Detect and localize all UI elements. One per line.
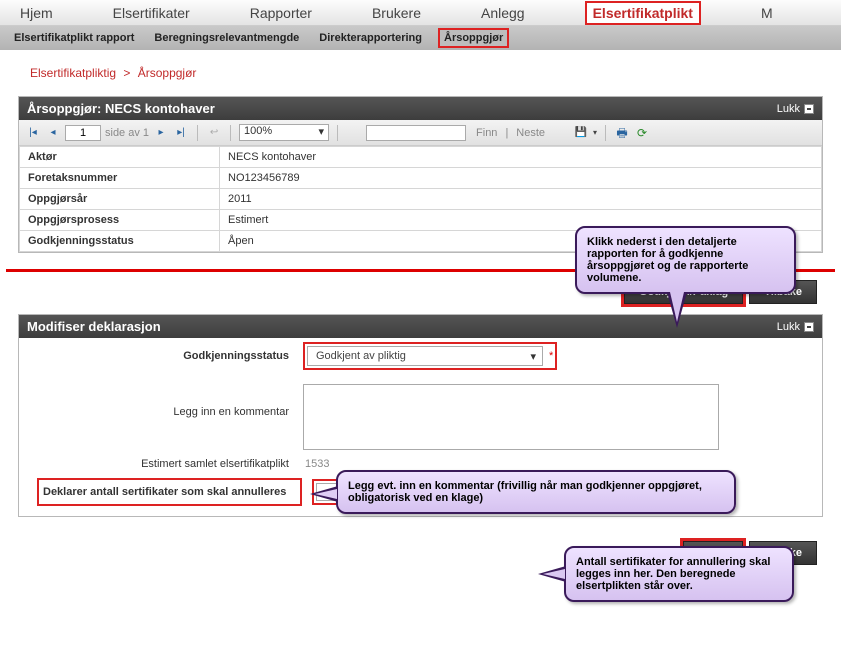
status-dropdown-value: Godkjent av pliktig: [316, 350, 406, 362]
report-toolbar: |◂ ◂ side av 1 ▸ ▸| ↩ 100% Finn | Neste …: [19, 120, 822, 146]
subnav-arsoppgjor[interactable]: Årsoppgjør: [438, 28, 509, 48]
k-foretak: Foretaksnummer: [20, 168, 220, 189]
subnav-direkte[interactable]: Direkterapportering: [315, 30, 426, 46]
print-icon[interactable]: 🖶: [614, 125, 630, 141]
label-declare: Deklarer antall sertifikater som skal an…: [37, 478, 302, 506]
label-comment: Legg inn en kommentar: [19, 384, 303, 418]
comment-textarea[interactable]: [303, 384, 719, 450]
v-foretak: NO123456789: [220, 168, 822, 189]
save-menu-icon[interactable]: ▾: [593, 128, 597, 137]
page-number-input[interactable]: [65, 125, 101, 141]
find-label[interactable]: Finn: [476, 127, 497, 139]
nav-anlegg[interactable]: Anlegg: [481, 5, 525, 21]
save-icon[interactable]: 💾: [573, 125, 589, 141]
callout-approve: Klikk nederst i den detaljerte rapporten…: [575, 226, 796, 294]
panel2-header: Modifiser deklarasjon Lukk: [19, 315, 822, 338]
row-comment: Legg inn en kommentar: [19, 374, 822, 454]
row-ar: Oppgjørsår2011: [20, 189, 822, 210]
next-page-icon[interactable]: ▸: [153, 125, 169, 141]
k-aktor: Aktør: [20, 147, 220, 168]
top-nav: Hjem Elsertifikater Rapporter Brukere An…: [0, 0, 841, 26]
breadcrumb-a[interactable]: Elsertifikatpliktig: [30, 66, 116, 80]
breadcrumb-b[interactable]: Årsoppgjør: [138, 66, 197, 80]
nav-elsertifikater[interactable]: Elsertifikater: [113, 5, 190, 21]
breadcrumb: Elsertifikatpliktig > Årsoppgjør: [0, 50, 841, 96]
callout-comment-text: Legg evt. inn en kommentar (frivillig nå…: [348, 480, 702, 504]
breadcrumb-sep: >: [123, 66, 130, 80]
panel1-header: Årsoppgjør: NECS kontohaver Lukk: [19, 97, 822, 120]
nav-rapporter[interactable]: Rapporter: [250, 5, 312, 21]
k-status: Godkjenningsstatus: [20, 231, 220, 252]
first-page-icon[interactable]: |◂: [25, 125, 41, 141]
row-godkjenning: Godkjenningsstatus Godkjent av pliktig *: [19, 338, 822, 374]
callout-declare-text: Antall sertifikater for annullering skal…: [576, 556, 770, 592]
row-aktor: AktørNECS kontohaver: [20, 147, 822, 168]
label-estimated: Estimert samlet elsertifikatplikt: [19, 458, 303, 470]
callout-comment: Legg evt. inn en kommentar (frivillig nå…: [336, 470, 736, 514]
panel2-title: Modifiser deklarasjon: [27, 319, 161, 334]
collapse-icon: [804, 104, 814, 114]
subnav-rapport[interactable]: Elsertifikatplikt rapport: [10, 30, 138, 46]
sub-nav: Elsertifikatplikt rapport Beregningsrele…: [0, 26, 841, 50]
estimated-value: 1533: [303, 458, 329, 470]
last-page-icon[interactable]: ▸|: [173, 125, 189, 141]
panel2-lukk-label: Lukk: [777, 321, 800, 333]
status-dropdown[interactable]: Godkjent av pliktig: [307, 346, 543, 366]
nav-elsertifikatplikt[interactable]: Elsertifikatplikt: [585, 1, 701, 25]
panel2-lukk[interactable]: Lukk: [777, 321, 814, 333]
status-required-marker: *: [549, 350, 553, 362]
page-of-label: side av 1: [105, 127, 149, 139]
back-nav-icon[interactable]: ↩: [206, 125, 222, 141]
subnav-beregning[interactable]: Beregningsrelevantmengde: [150, 30, 303, 46]
panel1-lukk[interactable]: Lukk: [777, 103, 814, 115]
nav-hjem[interactable]: Hjem: [20, 5, 53, 21]
row-foretak: ForetaksnummerNO123456789: [20, 168, 822, 189]
panel1-lukk-label: Lukk: [777, 103, 800, 115]
panel1-title: Årsoppgjør: NECS kontohaver: [27, 101, 215, 116]
v-ar: 2011: [220, 189, 822, 210]
find-input[interactable]: [366, 125, 466, 141]
callout-approve-text: Klikk nederst i den detaljerte rapporten…: [587, 236, 748, 284]
find-next[interactable]: Neste: [516, 127, 545, 139]
refresh-icon[interactable]: ⟳: [634, 125, 650, 141]
v-aktor: NECS kontohaver: [220, 147, 822, 168]
zoom-select[interactable]: 100%: [239, 124, 329, 141]
collapse-icon: [804, 322, 814, 332]
k-prosess: Oppgjørsprosess: [20, 210, 220, 231]
nav-more[interactable]: M: [761, 5, 773, 21]
zoom-value: 100%: [244, 125, 272, 137]
label-status: Godkjenningsstatus: [19, 350, 303, 362]
nav-brukere[interactable]: Brukere: [372, 5, 421, 21]
k-ar: Oppgjørsår: [20, 189, 220, 210]
callout-declare: Antall sertifikater for annullering skal…: [564, 546, 794, 602]
find-sep: |: [505, 127, 508, 139]
prev-page-icon[interactable]: ◂: [45, 125, 61, 141]
